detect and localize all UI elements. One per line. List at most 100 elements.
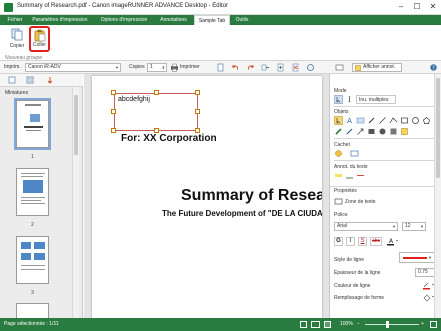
filled-square-icon[interactable] (389, 127, 398, 136)
show-annotations-button[interactable]: Afficher annot. (352, 63, 402, 72)
two-page-view-icon[interactable] (311, 321, 320, 328)
italic-button[interactable]: I (346, 237, 355, 246)
resize-handle[interactable] (195, 109, 200, 114)
tab-print-settings[interactable]: Paramètres d'impression (28, 15, 92, 25)
underline-button[interactable]: S (358, 237, 367, 246)
polyline-tool-icon[interactable] (389, 116, 398, 125)
redo-icon[interactable] (246, 63, 255, 72)
copies-stepper[interactable]: 1 ⬍ (147, 63, 167, 72)
thumb-image (21, 253, 31, 260)
stamp-icon[interactable] (334, 149, 343, 158)
pointer-icon[interactable] (334, 116, 343, 125)
line-style-select[interactable]: ▼ (399, 252, 435, 263)
title-bar: Summary of Research.pdf - Canon imageRUN… (0, 0, 441, 15)
highlighter-icon[interactable] (334, 127, 343, 136)
scrollbar-thumb[interactable] (436, 78, 440, 178)
filled-circle-icon[interactable] (378, 127, 387, 136)
text-tool-icon[interactable]: A (345, 116, 354, 125)
page-icon[interactable] (216, 63, 225, 72)
zoom-in-icon[interactable]: + (421, 318, 424, 331)
print-button[interactable]: Imprimer (170, 63, 208, 72)
text-highlight-icon[interactable] (334, 171, 343, 180)
svg-text:?: ? (432, 65, 435, 71)
ellipse-tool-icon[interactable] (411, 116, 420, 125)
resize-handle[interactable] (111, 109, 116, 114)
copies-value: 1 (150, 64, 153, 70)
zoom-slider-thumb[interactable] (386, 321, 389, 328)
delete-page-icon[interactable] (291, 63, 300, 72)
image-tool-icon[interactable] (356, 116, 365, 125)
tab-annotations[interactable]: Annotations (155, 15, 192, 25)
page-thumbnail-2[interactable] (16, 168, 49, 216)
thumb-line (21, 200, 41, 201)
thumbnail-view-icon[interactable] (8, 76, 16, 84)
text-underline-icon[interactable] (345, 171, 354, 180)
tab-outils[interactable]: Outils (232, 15, 252, 25)
polygon-tool-icon[interactable] (422, 116, 431, 125)
select-mode-icon[interactable] (334, 95, 343, 104)
signature-stamp-icon[interactable] (350, 149, 359, 158)
text-zone-icon (334, 197, 343, 206)
thumb-line (24, 126, 43, 128)
help-icon[interactable]: ? (429, 63, 438, 72)
rectangle-tool-icon[interactable] (400, 116, 409, 125)
text-select-icon[interactable]: I (345, 95, 354, 104)
line-style-preview (403, 257, 427, 259)
text-strike-icon[interactable] (356, 171, 365, 180)
zoom-out-icon[interactable]: − (357, 318, 360, 331)
font-family-select[interactable]: Arial ▼ (334, 222, 398, 231)
minimize-button[interactable]: – (393, 0, 409, 14)
font-size-select[interactable]: 12 ▼ (402, 222, 426, 231)
resize-handle[interactable] (154, 90, 159, 95)
pen-tool-icon[interactable] (367, 116, 376, 125)
tab-print-options[interactable]: Options d'impression (96, 15, 152, 25)
full-screen-icon[interactable] (430, 321, 437, 328)
rotate-icon[interactable] (306, 63, 315, 72)
move-page-icon[interactable] (261, 63, 270, 72)
thumb-line (21, 269, 45, 270)
copy-button[interactable]: Copier (6, 28, 28, 52)
font-family-value: Arial (337, 223, 348, 229)
undo-icon[interactable] (231, 63, 240, 72)
printer-icon (170, 63, 179, 72)
divider (330, 186, 441, 187)
show-annotations-label: Afficher annot. (363, 64, 396, 70)
text-box-annotation[interactable]: abcdefghij (114, 93, 198, 131)
insert-page-icon[interactable] (276, 63, 285, 72)
bold-button[interactable]: G (334, 237, 343, 246)
marker-icon[interactable] (345, 127, 354, 136)
note-tool-icon[interactable] (400, 127, 409, 136)
chevron-down-icon: ▼ (428, 255, 432, 260)
close-button[interactable]: ✕ (425, 0, 441, 14)
line-tool-icon[interactable] (378, 116, 387, 125)
attachment-icon[interactable] (46, 76, 54, 84)
tab-sample[interactable]: Sample Tab (194, 15, 230, 25)
properties-scrollbar[interactable] (434, 74, 441, 318)
resize-handle[interactable] (111, 128, 116, 133)
thumb-image (34, 253, 45, 260)
fit-page-icon[interactable] (324, 321, 331, 328)
zoom-slider-track[interactable] (365, 324, 419, 325)
line-style-label: Style de ligne (334, 257, 365, 263)
resize-handle[interactable] (195, 90, 200, 95)
annotation-tool-icon[interactable] (335, 63, 344, 72)
objects-label: Objets (334, 109, 349, 115)
page-thumbnail-1[interactable] (14, 98, 51, 150)
font-color-button[interactable]: A (386, 237, 399, 246)
page-thumbnail-4[interactable] (16, 303, 49, 318)
maximize-button[interactable]: ☐ (409, 0, 425, 14)
multiple-selection-button[interactable]: Inu. multiples (356, 95, 396, 104)
tab-fichier[interactable]: Fichier (4, 15, 26, 25)
resize-handle[interactable] (111, 90, 116, 95)
page-thumbnail-3[interactable] (16, 236, 49, 284)
strikethrough-button[interactable]: abc (370, 237, 382, 246)
printer-select[interactable]: Canon iR-ADV ▼ (25, 63, 121, 72)
line-thickness-stepper[interactable]: 0.75 (415, 268, 435, 277)
filled-rect-icon[interactable] (367, 127, 376, 136)
bookmark-view-icon[interactable] (26, 76, 34, 84)
arrow-tool-icon[interactable] (356, 127, 365, 136)
single-page-view-icon[interactable] (300, 321, 307, 328)
thumbnails-scrollbar[interactable] (72, 87, 79, 318)
scrollbar-thumb[interactable] (74, 95, 78, 155)
paste-button[interactable]: Coller (29, 26, 50, 52)
